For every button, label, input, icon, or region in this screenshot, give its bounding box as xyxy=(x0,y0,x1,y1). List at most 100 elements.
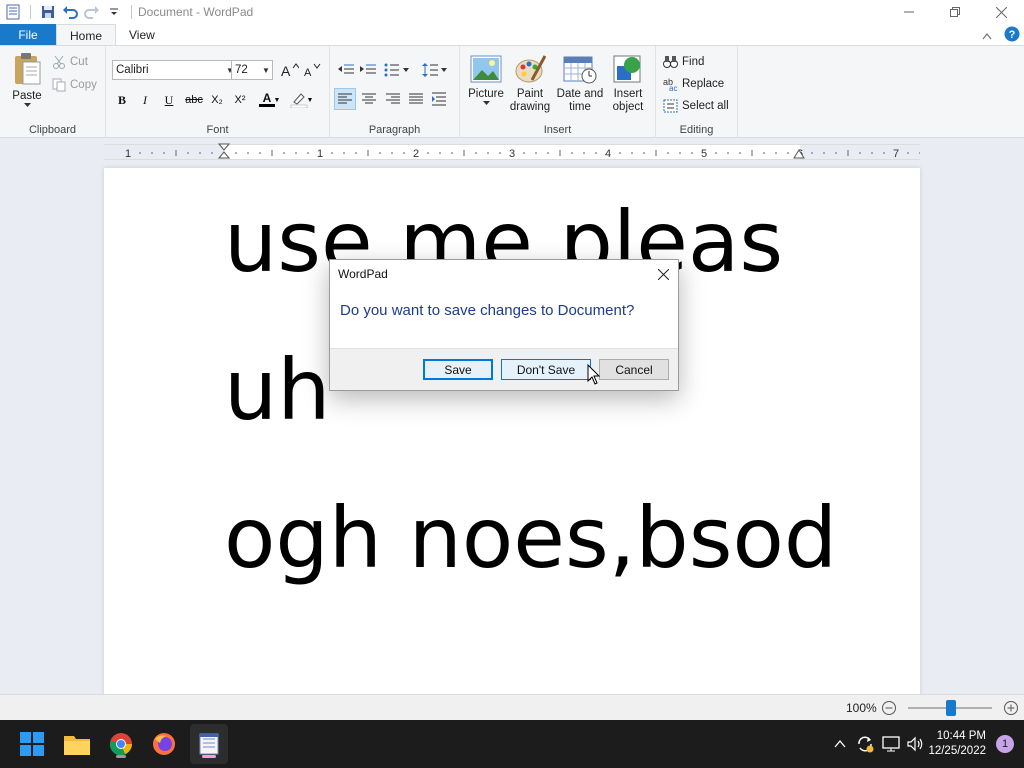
close-icon xyxy=(657,268,669,280)
show-hidden-icons-button[interactable] xyxy=(828,740,852,748)
zoom-out-button[interactable] xyxy=(881,700,897,716)
file-explorer-button[interactable] xyxy=(61,728,93,760)
minus-circle-icon xyxy=(882,701,896,715)
bold-button[interactable]: B xyxy=(111,89,133,111)
start-button[interactable] xyxy=(16,728,48,760)
align-left-button[interactable] xyxy=(334,88,356,110)
justify-button[interactable] xyxy=(405,88,427,110)
quick-access-toolbar xyxy=(0,0,136,24)
subscript-button[interactable]: X₂ xyxy=(206,89,228,111)
font-size-select[interactable]: 72 ▼ xyxy=(231,60,273,80)
line-spacing-button[interactable] xyxy=(420,59,450,81)
decrease-indent-icon xyxy=(338,64,354,74)
close-window-button[interactable] xyxy=(978,0,1024,24)
minimize-button[interactable] xyxy=(886,0,932,24)
dialog-title: WordPad xyxy=(338,267,388,281)
save-icon[interactable] xyxy=(39,3,57,21)
copy-icon xyxy=(52,78,66,92)
dialog-footer: Save Don't Save Cancel xyxy=(330,348,678,390)
ribbon: Paste Cut Copy Clipboard Calibri ▼ 72 ▼ … xyxy=(0,45,1024,138)
copy-button[interactable]: Copy xyxy=(52,74,97,96)
file-explorer-icon xyxy=(64,736,90,755)
tab-file[interactable]: File xyxy=(0,24,56,46)
customize-qat-icon[interactable] xyxy=(105,3,123,21)
network-button[interactable] xyxy=(878,736,904,752)
editing-group-label: Editing xyxy=(679,124,714,136)
chrome-button[interactable] xyxy=(105,728,137,760)
cancel-button[interactable]: Cancel xyxy=(599,359,669,380)
zoom-in-button[interactable] xyxy=(1003,700,1019,716)
dialog-message: Do you want to save changes to Document? xyxy=(340,302,635,319)
document-page[interactable]: use me pleas uh ogh noes,bsod xyxy=(104,168,920,694)
select-all-button[interactable]: Select all xyxy=(663,95,729,117)
decrease-indent-button[interactable] xyxy=(335,59,357,81)
ribbon-right-controls: ? xyxy=(982,26,1020,45)
strikethrough-button[interactable]: abc xyxy=(183,89,205,111)
editing-group: Find ab ac Replace Select all Editing xyxy=(656,46,738,138)
align-right-button[interactable] xyxy=(382,88,404,110)
text-color-dropdown-icon[interactable]: ▼ xyxy=(272,89,282,111)
date-time-label-1: Date and xyxy=(556,88,604,100)
grow-font-button[interactable]: A xyxy=(279,59,301,81)
picture-label: Picture xyxy=(468,88,504,100)
undo-icon[interactable] xyxy=(61,3,79,21)
insert-object-button[interactable]: Insert object xyxy=(608,54,648,114)
right-indent-marker[interactable] xyxy=(793,149,805,159)
collapse-ribbon-icon[interactable] xyxy=(982,29,992,43)
tab-home[interactable]: Home xyxy=(56,24,117,46)
ruler-number: 1 xyxy=(125,148,131,160)
cut-label: Cut xyxy=(70,56,88,68)
speaker-icon xyxy=(907,736,923,752)
bullet-list-button[interactable] xyxy=(382,59,412,81)
ruler[interactable]: 11234567 xyxy=(104,143,920,160)
redo-icon[interactable] xyxy=(83,3,101,21)
picture-button[interactable]: Picture xyxy=(466,54,506,106)
replace-button[interactable]: ab ac Replace xyxy=(663,73,724,95)
font-family-select[interactable]: Calibri ▼ xyxy=(112,60,237,80)
paint-drawing-button[interactable]: Paint drawing xyxy=(508,54,552,114)
superscript-button[interactable]: X² xyxy=(229,89,251,111)
align-center-icon xyxy=(362,93,376,104)
taskbar-clock[interactable]: 10:44 PM 12/25/2022 xyxy=(928,729,986,759)
align-center-button[interactable] xyxy=(358,88,380,110)
help-icon[interactable]: ? xyxy=(1004,26,1020,45)
zoom-slider-thumb[interactable] xyxy=(946,700,956,716)
find-button[interactable]: Find xyxy=(663,51,704,73)
italic-button[interactable]: I xyxy=(134,89,156,111)
left-indent-marker[interactable] xyxy=(218,143,230,159)
wordpad-app-icon[interactable] xyxy=(4,3,22,21)
increase-indent-icon xyxy=(360,64,376,74)
firefox-icon xyxy=(153,733,175,755)
increase-indent-button[interactable] xyxy=(357,59,379,81)
underline-button[interactable]: U xyxy=(158,89,180,111)
restore-button[interactable] xyxy=(932,0,978,24)
firefox-button[interactable] xyxy=(148,728,180,760)
qat-separator xyxy=(131,5,132,19)
shrink-font-icon: A xyxy=(304,63,321,77)
clock-time: 10:44 PM xyxy=(936,730,986,742)
date-time-button[interactable]: Date and time xyxy=(554,54,606,114)
paste-button[interactable]: Paste xyxy=(8,52,46,118)
dialog-close-button[interactable] xyxy=(648,260,678,288)
ruler-number: 4 xyxy=(605,148,611,160)
shrink-font-button[interactable]: A xyxy=(301,59,323,81)
insert-group-label: Insert xyxy=(543,124,572,136)
ruler-number: 5 xyxy=(701,148,707,160)
wordpad-icon xyxy=(199,733,219,755)
wordpad-button[interactable] xyxy=(193,728,225,760)
notification-badge[interactable]: 1 xyxy=(996,735,1014,753)
svg-text:A: A xyxy=(281,63,291,77)
tab-view[interactable]: View xyxy=(116,24,168,46)
document-line: uh xyxy=(224,341,331,439)
cut-button[interactable]: Cut xyxy=(52,51,88,73)
paragraph-settings-button[interactable] xyxy=(429,88,451,110)
dont-save-button[interactable]: Don't Save xyxy=(501,359,591,380)
clock-date: 12/25/2022 xyxy=(928,745,986,757)
replace-label: Replace xyxy=(682,78,725,90)
save-button[interactable]: Save xyxy=(423,359,493,380)
sync-icon-button[interactable] xyxy=(852,735,878,753)
paragraph-settings-icon xyxy=(432,92,446,106)
document-line: ogh noes,bsod xyxy=(224,489,838,587)
volume-button[interactable] xyxy=(904,736,928,752)
highlight-dropdown-icon[interactable]: ▼ xyxy=(305,89,315,111)
